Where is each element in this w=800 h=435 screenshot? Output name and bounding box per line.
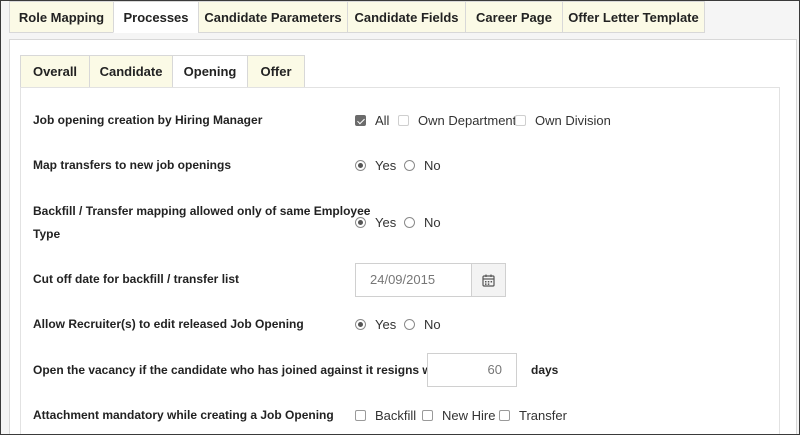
option-label: No <box>424 317 441 332</box>
tab-offer-letter-template[interactable]: Offer Letter Template <box>562 1 705 33</box>
option-transfer[interactable]: Transfer <box>499 408 567 423</box>
open-vacancy-label: Open the vacancy if the candidate who ha… <box>33 363 458 377</box>
map-transfers-yes[interactable]: Yes <box>355 158 396 173</box>
radio-no[interactable] <box>404 319 415 330</box>
radio-no[interactable] <box>404 160 415 171</box>
tab-label: Career Page <box>476 9 552 25</box>
opening-settings-panel <box>20 87 780 434</box>
new-hire-checkbox[interactable] <box>422 410 433 421</box>
subtab-label: Offer <box>260 64 292 79</box>
all-checkbox[interactable] <box>355 115 366 126</box>
option-label: Own Department <box>418 113 517 128</box>
radio-yes[interactable] <box>355 217 366 228</box>
option-label: Own Division <box>535 113 611 128</box>
option-label: Yes <box>375 215 397 230</box>
map-transfers-no[interactable]: No <box>404 158 441 173</box>
subtab-offer[interactable]: Offer <box>247 55 305 88</box>
option-new-hire[interactable]: New Hire <box>422 408 495 423</box>
map-transfers-label: Map transfers to new job openings <box>33 158 232 172</box>
backfill-mapping-no[interactable]: No <box>404 215 441 230</box>
option-label: No <box>424 215 441 230</box>
radio-yes[interactable] <box>355 319 366 330</box>
subtab-opening[interactable]: Opening <box>172 55 248 88</box>
option-own-division[interactable]: Own Division <box>515 113 611 128</box>
days-suffix: days <box>531 363 559 377</box>
calendar-button[interactable] <box>471 263 506 297</box>
tab-label: Offer Letter Template <box>568 9 699 25</box>
cutoff-date-label: Cut off date for backfill / transfer lis… <box>33 272 240 286</box>
tab-candidate-parameters[interactable]: Candidate Parameters <box>198 1 348 33</box>
option-label: No <box>424 158 441 173</box>
option-label: Backfill <box>375 408 417 423</box>
option-all[interactable]: All <box>355 113 389 128</box>
option-label: Yes <box>375 158 397 173</box>
tab-career-page[interactable]: Career Page <box>465 1 563 33</box>
settings-window: Role Mapping Processes Candidate Paramet… <box>0 0 800 435</box>
subtab-candidate[interactable]: Candidate <box>89 55 173 88</box>
backfill-mapping-yes[interactable]: Yes <box>355 215 396 230</box>
tab-processes[interactable]: Processes <box>113 1 199 33</box>
tab-candidate-fields[interactable]: Candidate Fields <box>347 1 466 33</box>
tab-label: Candidate Parameters <box>204 9 342 25</box>
option-label: Transfer <box>519 408 567 423</box>
attachment-label: Attachment mandatory while creating a Jo… <box>33 408 334 422</box>
subtab-overall[interactable]: Overall <box>20 55 90 88</box>
option-label: All <box>375 113 390 128</box>
option-label: New Hire <box>442 408 496 423</box>
tab-label: Role Mapping <box>18 9 105 25</box>
option-backfill[interactable]: Backfill <box>355 408 416 423</box>
radio-yes[interactable] <box>355 160 366 171</box>
option-own-department[interactable]: Own Department <box>398 113 516 128</box>
recruiter-edit-label: Allow Recruiter(s) to edit released Job … <box>33 317 304 331</box>
radio-no[interactable] <box>404 217 415 228</box>
backfill-checkbox[interactable] <box>355 410 366 421</box>
recruiter-edit-no[interactable]: No <box>404 317 441 332</box>
backfill-mapping-label-line1: Backfill / Transfer mapping allowed only… <box>33 204 371 218</box>
tab-label: Processes <box>123 9 189 25</box>
subtab-label: Opening <box>183 64 237 79</box>
own-department-checkbox[interactable] <box>398 115 409 126</box>
calendar-icon <box>482 274 495 287</box>
subtab-label: Overall <box>32 64 78 79</box>
resign-days-input[interactable]: 60 <box>427 353 517 387</box>
transfer-checkbox[interactable] <box>499 410 510 421</box>
backfill-mapping-label-line2: Type <box>33 227 61 241</box>
hiring-manager-label: Job opening creation by Hiring Manager <box>33 113 263 127</box>
cutoff-date-input[interactable]: 24/09/2015 <box>355 263 472 297</box>
tab-role-mapping[interactable]: Role Mapping <box>9 1 114 33</box>
option-label: Yes <box>375 317 397 332</box>
tab-label: Candidate Fields <box>354 9 459 25</box>
own-division-checkbox[interactable] <box>515 115 526 126</box>
subtab-label: Candidate <box>99 64 163 79</box>
recruiter-edit-yes[interactable]: Yes <box>355 317 396 332</box>
